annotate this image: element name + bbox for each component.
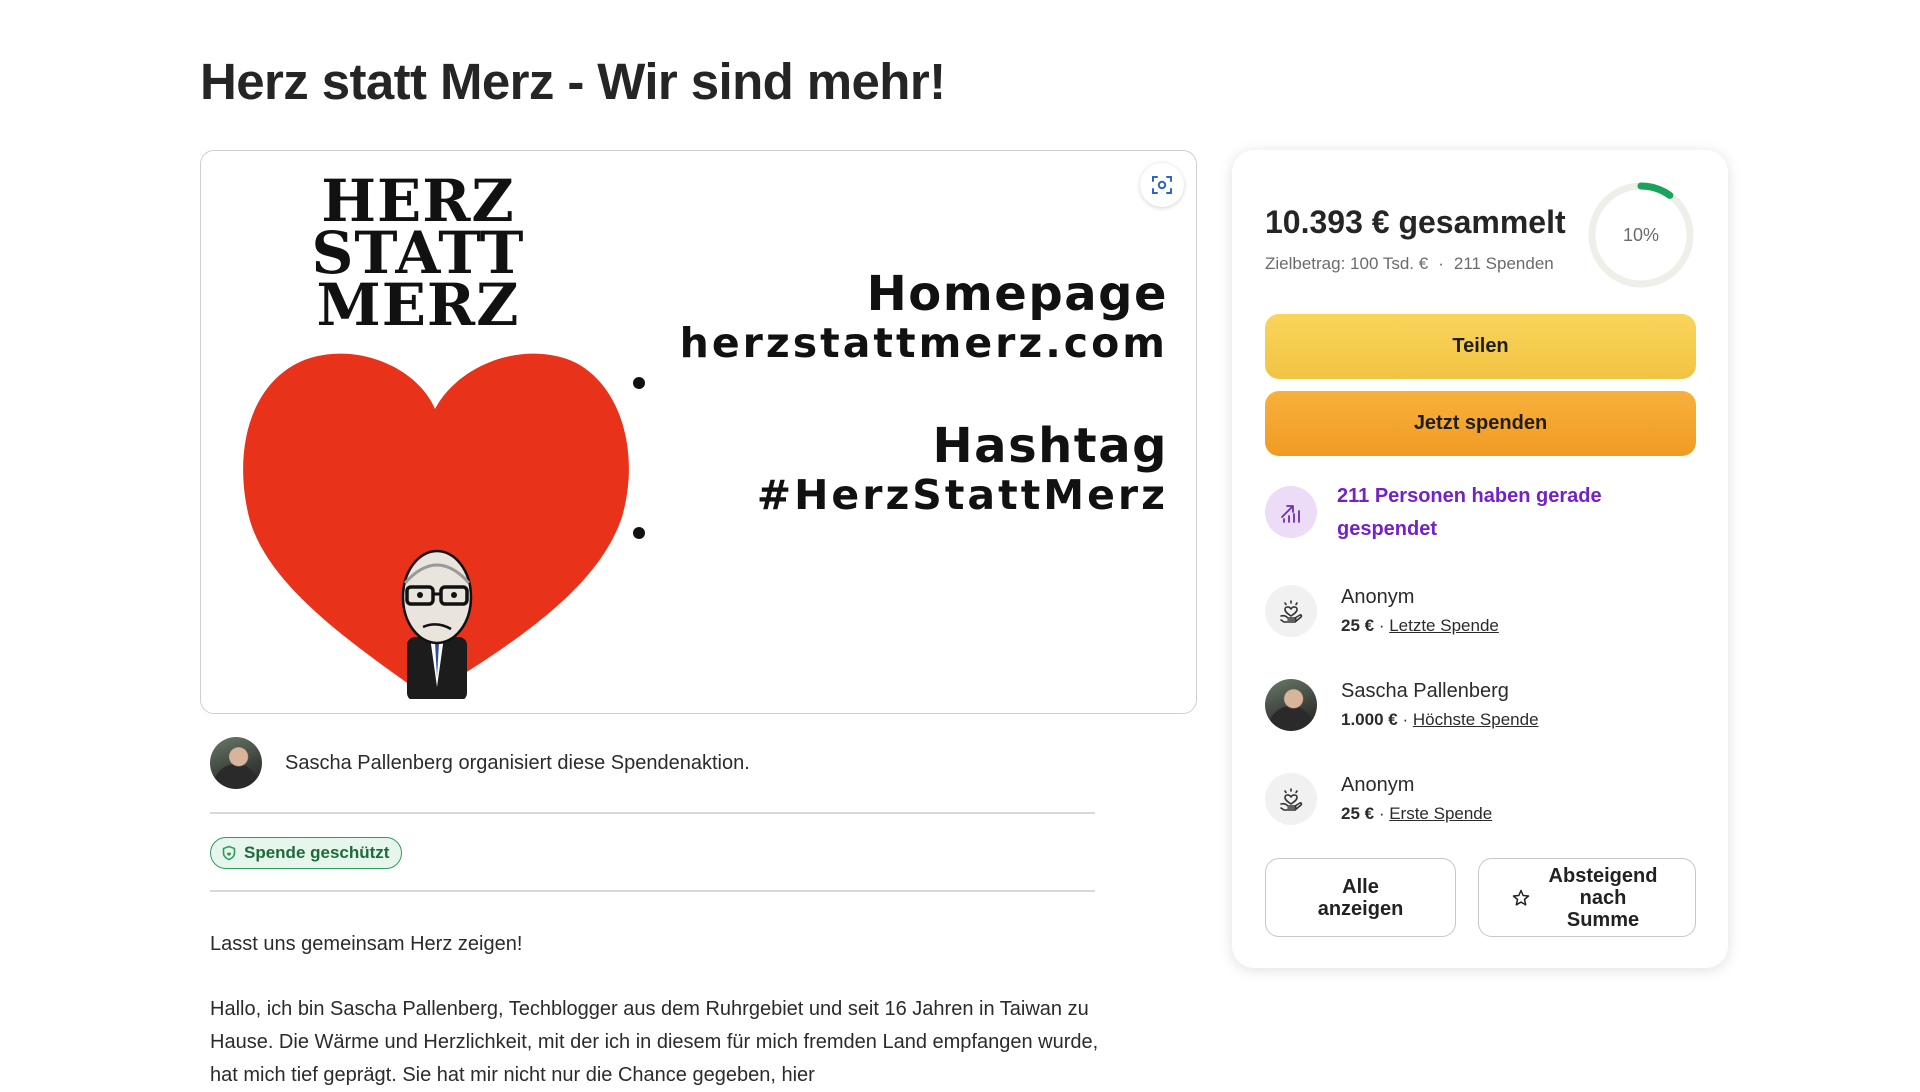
donor-name: Anonym — [1341, 586, 1415, 608]
donor-separator: · — [1397, 710, 1413, 729]
badge-label: Spende geschützt — [244, 843, 390, 862]
share-button[interactable]: Teilen — [1265, 314, 1696, 379]
campaign-image[interactable]: HERZ STATT MERZ Homepage herzstattmerz.c… — [200, 150, 1197, 714]
logo-line: MERZ — [316, 271, 520, 339]
heart-illustration — [243, 353, 629, 699]
star-icon — [1512, 889, 1530, 906]
heart-hand-icon — [1265, 585, 1317, 637]
page-title: Herz statt Merz - Wir sind mehr! — [200, 53, 946, 110]
latest-donation-link[interactable]: Letzte Spende — [1389, 616, 1499, 635]
donation-count: 211 Spenden — [1453, 254, 1554, 273]
donor-item: Anonym 25 € · Letzte Spende — [1265, 582, 1499, 640]
avatar[interactable] — [210, 737, 262, 789]
top-donation-link[interactable]: Höchste Spende — [1413, 710, 1539, 729]
progress-percent: 10% — [1622, 224, 1660, 245]
fullscreen-button[interactable] — [1140, 163, 1184, 207]
donor-amount: 25 € — [1341, 804, 1375, 823]
donor-name: Sascha Pallenberg — [1341, 680, 1509, 702]
donation-protected-badge[interactable]: Spende geschützt — [210, 837, 403, 869]
campaign-story: Lasst uns gemeinsam Herz zeigen! Hallo, … — [210, 928, 1100, 1092]
donor-detail: 25 € · Erste Spende — [1341, 800, 1492, 828]
story-paragraph: Lasst uns gemeinsam Herz zeigen! — [210, 933, 523, 955]
shield-icon — [222, 845, 236, 861]
trend-icon — [1265, 486, 1317, 538]
bullet — [633, 377, 645, 389]
donor-separator: · — [1374, 616, 1390, 635]
goal-amount: Zielbetrag: 100 Tsd. € — [1265, 254, 1429, 273]
sort-by-amount-button[interactable]: Absteigend nach Summe — [1478, 858, 1696, 937]
show-all-button[interactable]: Alle anzeigen — [1265, 858, 1456, 937]
divider — [210, 890, 1095, 892]
heart-hand-icon — [1265, 773, 1317, 825]
divider — [210, 812, 1095, 814]
bullet — [633, 527, 645, 539]
homepage-block: Homepage herzstattmerz.com — [680, 269, 1168, 367]
amount-raised: 10.393 € gesammelt — [1265, 204, 1566, 240]
donation-card: 10.393 € gesammelt Zielbetrag: 100 Tsd. … — [1232, 150, 1728, 968]
homepage-url: herzstattmerz.com — [679, 319, 1168, 367]
hashtag-text: #HerzStattMerz — [756, 471, 1168, 519]
meta-separator: · — [1438, 254, 1444, 273]
goal-meta: Zielbetrag: 100 Tsd. € · 211 Spenden — [1265, 254, 1554, 274]
show-all-label: Alle anzeigen — [1317, 875, 1404, 920]
hashtag-heading: Hashtag — [932, 418, 1168, 474]
recent-donors-notice: 211 Personen haben gerade gespendet — [1265, 480, 1637, 546]
sort-label: Absteigend nach Summe — [1548, 864, 1658, 931]
recent-donors-text: 211 Personen haben gerade gespendet — [1337, 485, 1602, 540]
organizer-text: Sascha Pallenberg organisiert diese Spen… — [285, 751, 750, 774]
donor-item: Sascha Pallenberg 1.000 € · Höchste Spen… — [1265, 676, 1539, 734]
homepage-heading: Homepage — [866, 266, 1168, 322]
donor-separator: · — [1374, 804, 1390, 823]
fullscreen-icon — [1152, 176, 1172, 194]
hashtag-block: Hashtag #HerzStattMerz — [757, 421, 1168, 519]
organizer-row: Sascha Pallenberg organisiert diese Spen… — [210, 737, 750, 789]
donor-name: Anonym — [1341, 774, 1415, 796]
donor-detail: 1.000 € · Höchste Spende — [1341, 706, 1539, 734]
donor-amount: 1.000 € — [1341, 710, 1398, 729]
donate-button[interactable]: Jetzt spenden — [1265, 391, 1696, 456]
campaign-logo: HERZ STATT MERZ — [293, 172, 543, 339]
donor-detail: 25 € · Letzte Spende — [1341, 612, 1499, 640]
donor-item: Anonym 25 € · Erste Spende — [1265, 770, 1492, 828]
first-donation-link[interactable]: Erste Spende — [1389, 804, 1492, 823]
avatar — [1265, 679, 1317, 731]
story-paragraph: Hallo, ich bin Sascha Pallenberg, Techbl… — [210, 998, 1099, 1086]
donor-amount: 25 € — [1341, 616, 1375, 635]
